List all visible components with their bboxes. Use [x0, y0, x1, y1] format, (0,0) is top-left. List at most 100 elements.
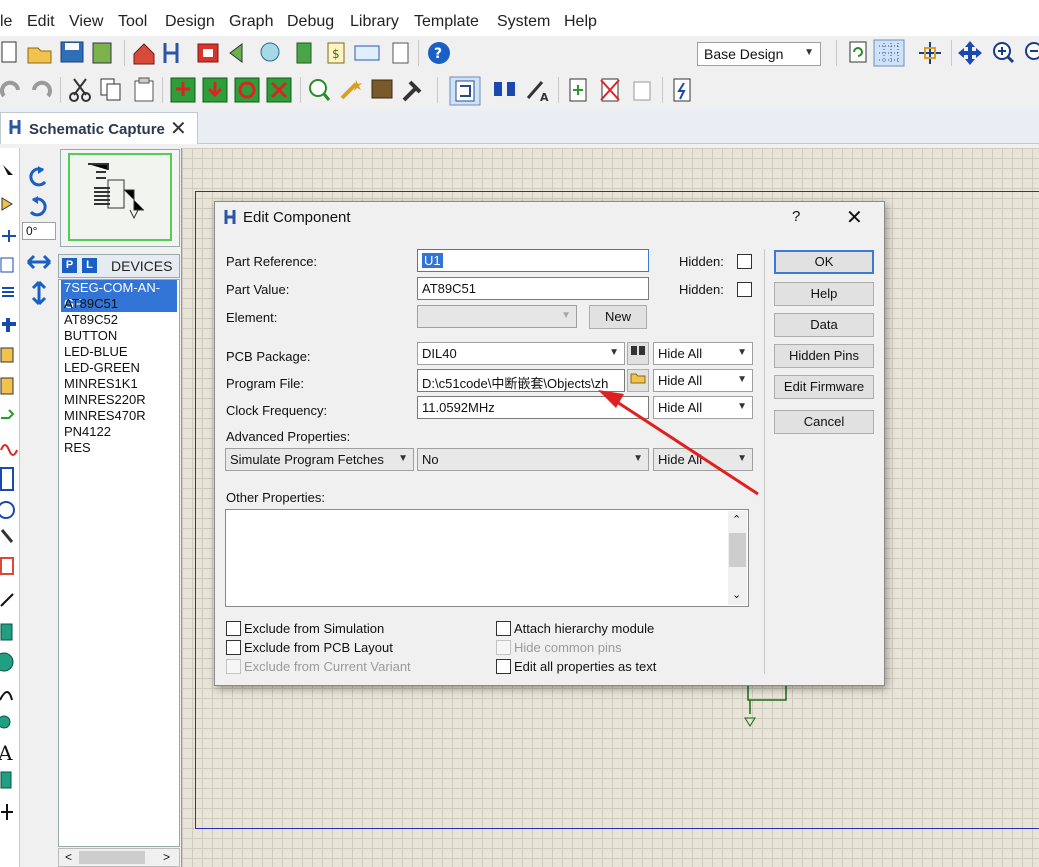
- zoom-in-icon[interactable]: [993, 42, 1015, 64]
- device-item[interactable]: MINRES470R: [64, 408, 146, 424]
- hidden-pins-button[interactable]: Hidden Pins: [774, 344, 874, 368]
- selection-mode-icon[interactable]: [3, 165, 13, 175]
- refresh-icon[interactable]: [849, 41, 867, 63]
- device-item[interactable]: MINRES1K1: [64, 376, 138, 392]
- part-reference-field[interactable]: U1: [417, 249, 649, 272]
- mirror-x-icon[interactable]: [26, 254, 52, 270]
- pcb-icon[interactable]: [197, 43, 219, 63]
- device-list-scrollbar[interactable]: < >: [58, 848, 180, 867]
- menu-design[interactable]: Design: [165, 13, 215, 31]
- close-tab-icon[interactable]: ✕: [170, 116, 187, 141]
- new-element-button[interactable]: New: [589, 305, 647, 329]
- arc-mode-icon[interactable]: [0, 691, 13, 701]
- bus-mode-icon[interactable]: [2, 318, 16, 332]
- pcb-package-visibility-select[interactable]: Hide All ▼: [653, 342, 753, 365]
- menu-tool[interactable]: Tool: [118, 13, 147, 31]
- menu-help[interactable]: Help: [564, 13, 597, 31]
- package-tool-icon[interactable]: [371, 79, 393, 99]
- menu-file[interactable]: le: [0, 13, 12, 31]
- scroll-thumb[interactable]: [729, 533, 746, 567]
- rotation-angle-field[interactable]: 0°: [22, 222, 56, 240]
- device-item[interactable]: LED-GREEN: [64, 360, 140, 376]
- instrument-mode-icon[interactable]: [0, 557, 14, 575]
- block-delete-icon[interactable]: [266, 77, 292, 103]
- import-icon[interactable]: [92, 42, 112, 64]
- line-mode-icon[interactable]: [0, 593, 14, 607]
- marker-mode-icon[interactable]: [1, 804, 13, 820]
- tape-mode-icon[interactable]: [0, 467, 14, 491]
- junction-mode-icon[interactable]: [2, 230, 16, 242]
- cancel-button[interactable]: Cancel: [774, 410, 874, 434]
- menu-view[interactable]: View: [69, 13, 103, 31]
- device-item[interactable]: RES: [64, 440, 91, 456]
- terminal-mode-icon[interactable]: [0, 377, 14, 395]
- part-value-hidden-checkbox[interactable]: [737, 282, 752, 297]
- text-script-mode-icon[interactable]: [2, 287, 14, 297]
- costing-icon[interactable]: $: [327, 42, 345, 64]
- zoom-to-child-icon[interactable]: [633, 81, 651, 101]
- paste-icon[interactable]: [134, 77, 154, 102]
- ok-button[interactable]: OK: [774, 250, 874, 274]
- element-select[interactable]: ▼: [417, 305, 577, 328]
- device-item[interactable]: PN4122: [64, 424, 111, 440]
- device-list[interactable]: 7SEG-COM-AN-GF AT89C51 AT89C52 BUTTON LE…: [58, 279, 180, 847]
- scroll-left-icon[interactable]: <: [65, 850, 72, 864]
- menu-debug[interactable]: Debug: [287, 13, 334, 31]
- schematic-icon[interactable]: [163, 43, 179, 63]
- device-item[interactable]: AT89C52: [64, 312, 118, 328]
- source-code-icon[interactable]: [354, 45, 380, 61]
- block-rotate-icon[interactable]: [234, 77, 260, 103]
- block-move-icon[interactable]: [202, 77, 228, 103]
- copy-icon[interactable]: [100, 78, 121, 101]
- rotate-clockwise-icon[interactable]: [29, 166, 47, 187]
- circle-mode-icon[interactable]: [0, 652, 14, 672]
- subcircuit-mode-icon[interactable]: [0, 347, 14, 363]
- menu-graph[interactable]: Graph: [229, 13, 273, 31]
- menu-template[interactable]: Template: [414, 13, 479, 31]
- search-tag-icon[interactable]: [494, 82, 515, 96]
- pan-icon[interactable]: [958, 41, 982, 65]
- help-icon[interactable]: ?: [428, 42, 450, 64]
- dialog-close-icon[interactable]: ✕: [846, 205, 863, 230]
- notes-icon[interactable]: [392, 42, 409, 64]
- redo-icon[interactable]: [32, 80, 52, 98]
- new-sheet-icon[interactable]: [569, 78, 587, 102]
- design-variant-select[interactable]: Base Design ▼: [697, 42, 821, 66]
- device-item[interactable]: MINRES220R: [64, 392, 146, 408]
- component-mode-icon[interactable]: [1, 197, 13, 211]
- device-item[interactable]: BUTTON: [64, 328, 117, 344]
- exclude-simulation-checkbox[interactable]: [226, 621, 241, 636]
- other-properties-textarea[interactable]: [225, 509, 749, 607]
- advanced-property-select[interactable]: Simulate Program Fetches ▼: [225, 448, 414, 471]
- scroll-right-icon[interactable]: >: [163, 850, 170, 864]
- mirror-y-icon[interactable]: [31, 280, 47, 306]
- attach-hierarchy-checkbox[interactable]: [496, 621, 511, 636]
- pick-device-icon[interactable]: [309, 79, 331, 101]
- scroll-thumb[interactable]: [79, 851, 145, 864]
- device-item[interactable]: LED-BLUE: [64, 344, 128, 360]
- pcb-package-select[interactable]: DIL40 ▼: [417, 342, 625, 365]
- delete-sheet-icon[interactable]: [600, 78, 620, 102]
- exclude-pcb-checkbox[interactable]: [226, 640, 241, 655]
- save-icon[interactable]: [60, 41, 84, 63]
- help-button[interactable]: Help: [774, 282, 874, 306]
- wire-autorouter-icon[interactable]: [449, 76, 481, 106]
- origin-icon[interactable]: [919, 42, 941, 64]
- menu-edit[interactable]: Edit: [27, 13, 55, 31]
- device-item[interactable]: AT89C51: [64, 296, 118, 312]
- graph-mode-icon[interactable]: [0, 444, 18, 456]
- part-value-field[interactable]: AT89C51: [417, 277, 649, 300]
- decompose-icon[interactable]: [402, 80, 422, 102]
- electrical-rule-check-icon[interactable]: [673, 78, 691, 102]
- path-mode-icon[interactable]: [0, 715, 11, 729]
- edit-all-text-checkbox[interactable]: [496, 659, 511, 674]
- new-file-icon[interactable]: [1, 41, 17, 63]
- undo-icon[interactable]: [0, 80, 20, 98]
- make-device-icon[interactable]: [340, 80, 362, 100]
- dialog-help-icon[interactable]: ?: [792, 208, 800, 225]
- edit-firmware-button[interactable]: Edit Firmware: [774, 375, 874, 399]
- scroll-down-icon[interactable]: ⌄: [732, 588, 741, 601]
- scroll-up-icon[interactable]: ⌃: [732, 513, 741, 526]
- menu-system[interactable]: System: [497, 13, 550, 31]
- generator-mode-icon[interactable]: [0, 501, 15, 519]
